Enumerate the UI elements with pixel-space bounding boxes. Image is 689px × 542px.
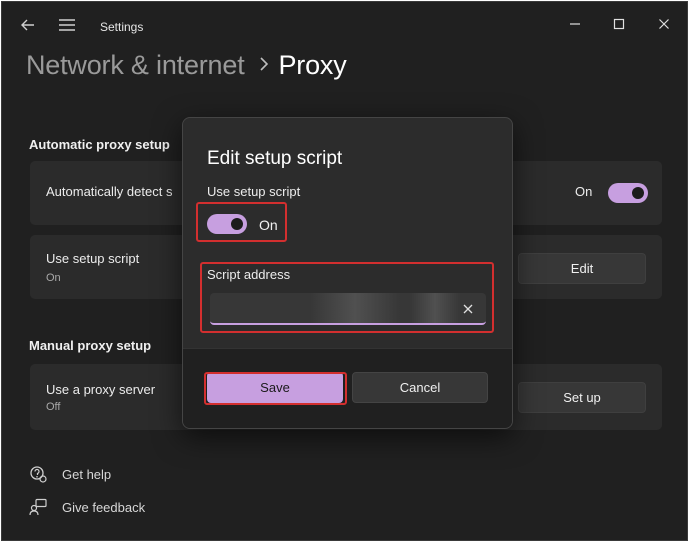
maximize-icon[interactable] [596,10,642,38]
clear-icon[interactable] [462,302,474,314]
page-title: Proxy [278,50,347,80]
set-up-button[interactable]: Set up [518,382,646,413]
give-feedback-link[interactable]: Give feedback [62,500,145,515]
edit-button[interactable]: Edit [518,253,646,284]
back-arrow-icon[interactable] [19,16,37,34]
use-setup-script-label: Use setup script [207,184,301,199]
auto-detect-state: On [575,184,593,199]
help-icon [29,465,47,483]
faded-description [30,90,530,100]
proxy-server-label: Use a proxy server [46,382,156,397]
blurred-address-text [310,293,400,323]
chevron-right-icon [259,54,269,77]
minimize-icon[interactable] [552,10,598,38]
setup-script-status: On [46,272,61,284]
auto-detect-toggle[interactable] [608,183,648,203]
save-button[interactable]: Save [207,372,343,403]
proxy-server-status: Off [46,401,61,413]
toggle-knob [231,218,243,230]
script-address-label: Script address [207,267,291,282]
auto-detect-label: Automatically detect s [46,184,173,199]
title-bar: Settings [2,2,687,48]
manual-section-title: Manual proxy setup [29,338,152,353]
edit-setup-script-dialog: Edit setup script Use setup script On Sc… [182,117,513,429]
cancel-button[interactable]: Cancel [352,372,488,403]
settings-window: Settings Network & internet Proxy Automa… [1,1,688,541]
breadcrumb: Network & internet Proxy [26,50,347,81]
toggle-state-label: On [259,217,278,233]
close-icon[interactable] [641,10,687,38]
feedback-icon [29,498,47,516]
hamburger-menu-icon[interactable] [58,18,76,32]
script-address-input[interactable] [210,293,486,325]
use-setup-script-toggle[interactable] [207,214,247,234]
get-help-link[interactable]: Get help [62,467,111,482]
toggle-knob [632,187,644,199]
automatic-section-title: Automatic proxy setup [29,137,170,152]
breadcrumb-parent[interactable]: Network & internet [26,50,245,80]
setup-script-label: Use setup script [46,251,140,266]
window-title: Settings [100,20,144,34]
dialog-title: Edit setup script [207,148,343,169]
blurred-address-text [410,293,460,323]
